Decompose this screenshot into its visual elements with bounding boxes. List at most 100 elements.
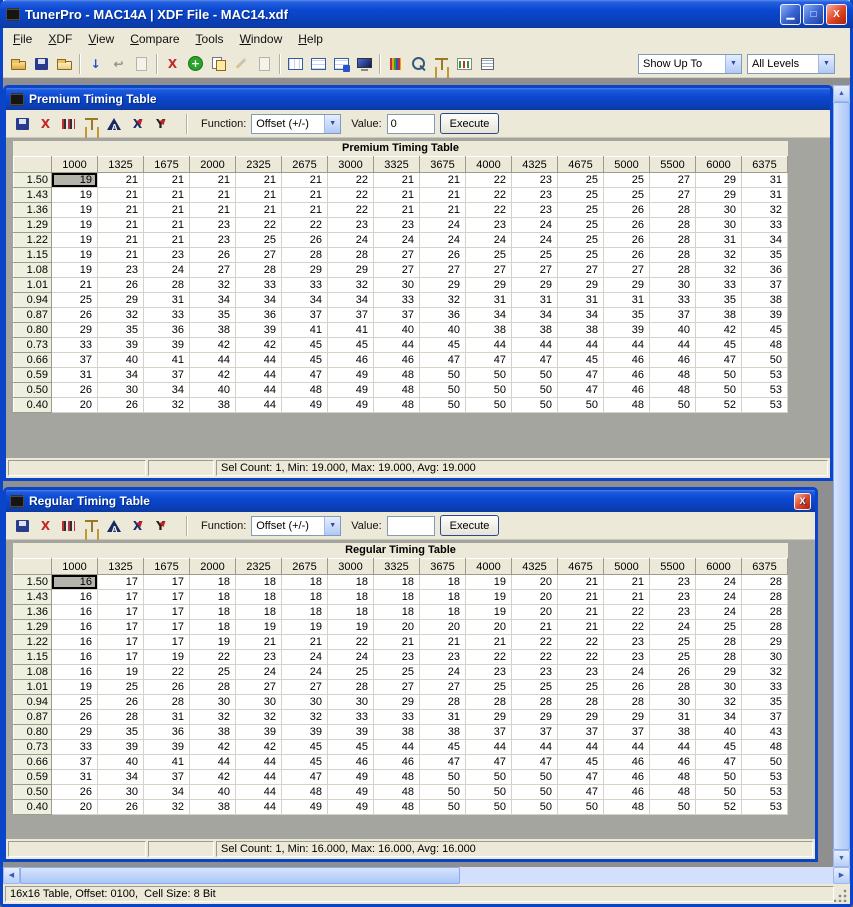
grid-cell[interactable]: 21 (419, 202, 466, 218)
grid-cell[interactable]: 39 (281, 724, 328, 740)
grid-row-header[interactable]: 0.94 (13, 292, 52, 308)
grid-cell[interactable]: 48 (373, 784, 420, 800)
execute-button[interactable]: Execute (439, 113, 500, 134)
grid-cell[interactable]: 20 (419, 619, 466, 635)
grid-cell[interactable]: 22 (143, 664, 190, 680)
grid-cell[interactable]: 27 (649, 187, 696, 203)
grid-cell[interactable]: 43 (741, 724, 788, 740)
grid-col-header[interactable]: 5000 (603, 156, 650, 173)
grid-cell[interactable]: 50 (419, 367, 466, 383)
grid-cell[interactable]: 28 (143, 277, 190, 293)
grid-cell[interactable]: 34 (235, 292, 282, 308)
grid-cell[interactable]: 34 (281, 292, 328, 308)
grid-cell[interactable]: 53 (741, 367, 788, 383)
grid-cell[interactable]: 18 (281, 574, 328, 590)
grid-cell[interactable]: 42 (189, 769, 236, 785)
list-view-button[interactable] (284, 52, 307, 75)
grid-row-header[interactable]: 0.40 (13, 397, 52, 413)
grid-cell[interactable]: 50 (511, 799, 558, 815)
grid-cell[interactable]: 19 (465, 574, 512, 590)
grid-cell[interactable]: 40 (419, 322, 466, 338)
grid-row-header[interactable]: 1.29 (13, 619, 52, 635)
grid-row-header[interactable]: 0.50 (13, 382, 52, 398)
grid-cell[interactable]: 41 (327, 322, 374, 338)
grid-cell[interactable]: 25 (235, 232, 282, 248)
grid-cell[interactable]: 50 (511, 769, 558, 785)
grid-col-header[interactable]: 4000 (465, 558, 512, 575)
monitor-button[interactable] (353, 52, 376, 75)
grid-cell[interactable]: 47 (419, 352, 466, 368)
grid-cell[interactable]: 44 (189, 352, 236, 368)
grid-cell[interactable]: 24 (511, 217, 558, 233)
grid-cell[interactable]: 44 (235, 382, 282, 398)
grid-cell[interactable]: 47 (465, 754, 512, 770)
grid-cell[interactable]: 28 (649, 217, 696, 233)
grid-cell[interactable]: 30 (695, 202, 742, 218)
grid-cell[interactable]: 19 (51, 202, 98, 218)
grid-cell[interactable]: 19 (51, 247, 98, 263)
grid-cell[interactable]: 23 (557, 664, 604, 680)
grid-cell[interactable]: 24 (419, 232, 466, 248)
grid-cell[interactable]: 23 (511, 172, 558, 188)
grid-cell[interactable]: 29 (281, 262, 328, 278)
grid-cell[interactable]: 25 (649, 649, 696, 665)
grid-cell[interactable]: 44 (235, 352, 282, 368)
grid-cell[interactable]: 26 (603, 679, 650, 695)
grid-cell[interactable]: 21 (143, 202, 190, 218)
grid-cell[interactable]: 19 (97, 664, 144, 680)
grid-cell[interactable]: 22 (327, 634, 374, 650)
resize-grip[interactable] (834, 888, 848, 902)
grid-row-header[interactable]: 1.29 (13, 217, 52, 233)
grid-row-header[interactable]: 1.50 (13, 574, 52, 590)
grid-cell[interactable]: 33 (741, 679, 788, 695)
grid-cell[interactable]: 48 (281, 382, 328, 398)
grid-cell[interactable]: 27 (373, 679, 420, 695)
grid-col-header[interactable]: 1000 (51, 558, 98, 575)
grid-cell[interactable]: 35 (741, 247, 788, 263)
grid-row-header[interactable]: 0.73 (13, 337, 52, 353)
menu-item-xdf[interactable]: XDF (40, 30, 80, 48)
grid-cell[interactable]: 49 (327, 799, 374, 815)
grid-cell[interactable]: 29 (695, 664, 742, 680)
save-button[interactable] (11, 514, 34, 537)
grid-row-header[interactable]: 0.59 (13, 367, 52, 383)
grid-cell[interactable]: 21 (97, 232, 144, 248)
grid-cell[interactable]: 24 (695, 604, 742, 620)
grid-cell[interactable]: 19 (51, 232, 98, 248)
compare-button[interactable] (80, 514, 103, 537)
grid-row-header[interactable]: 0.59 (13, 769, 52, 785)
grid-col-header[interactable]: 2675 (281, 558, 328, 575)
grid-cell[interactable]: 37 (143, 769, 190, 785)
grid-cell[interactable]: 30 (649, 694, 696, 710)
graph-button[interactable] (103, 514, 126, 537)
grid-cell[interactable]: 50 (695, 784, 742, 800)
grid-cell[interactable]: 38 (189, 724, 236, 740)
grid-col-header[interactable]: 6000 (695, 156, 742, 173)
grid-cell[interactable]: 21 (603, 589, 650, 605)
grid-cell[interactable]: 41 (143, 754, 190, 770)
grid-col-header[interactable]: 4675 (557, 156, 604, 173)
grid-cell[interactable]: 24 (603, 664, 650, 680)
grid-cell[interactable]: 27 (419, 262, 466, 278)
grid-cell[interactable]: 21 (189, 187, 236, 203)
grid-cell[interactable]: 38 (373, 724, 420, 740)
grid-cell[interactable]: 46 (603, 352, 650, 368)
grid-cell[interactable]: 36 (419, 307, 466, 323)
grid-cell[interactable]: 24 (235, 664, 282, 680)
grid-cell[interactable]: 35 (695, 292, 742, 308)
grid-row-header[interactable]: 0.50 (13, 784, 52, 800)
grid-cell[interactable]: 34 (511, 307, 558, 323)
grid-cell[interactable]: 50 (465, 367, 512, 383)
grid-cell[interactable]: 32 (97, 307, 144, 323)
grid-cell[interactable]: 25 (189, 664, 236, 680)
grid-cell[interactable]: 19 (51, 262, 98, 278)
grid-cell[interactable]: 26 (97, 277, 144, 293)
grid-cell[interactable]: 25 (603, 172, 650, 188)
grid-cell[interactable]: 46 (373, 352, 420, 368)
chevron-down-icon[interactable]: ▼ (324, 516, 341, 535)
grid-cell[interactable]: 24 (695, 574, 742, 590)
grid-cell[interactable]: 49 (327, 397, 374, 413)
grid-cell[interactable]: 26 (143, 679, 190, 695)
new-page-button[interactable] (130, 52, 153, 75)
grid-cell[interactable]: 27 (557, 262, 604, 278)
